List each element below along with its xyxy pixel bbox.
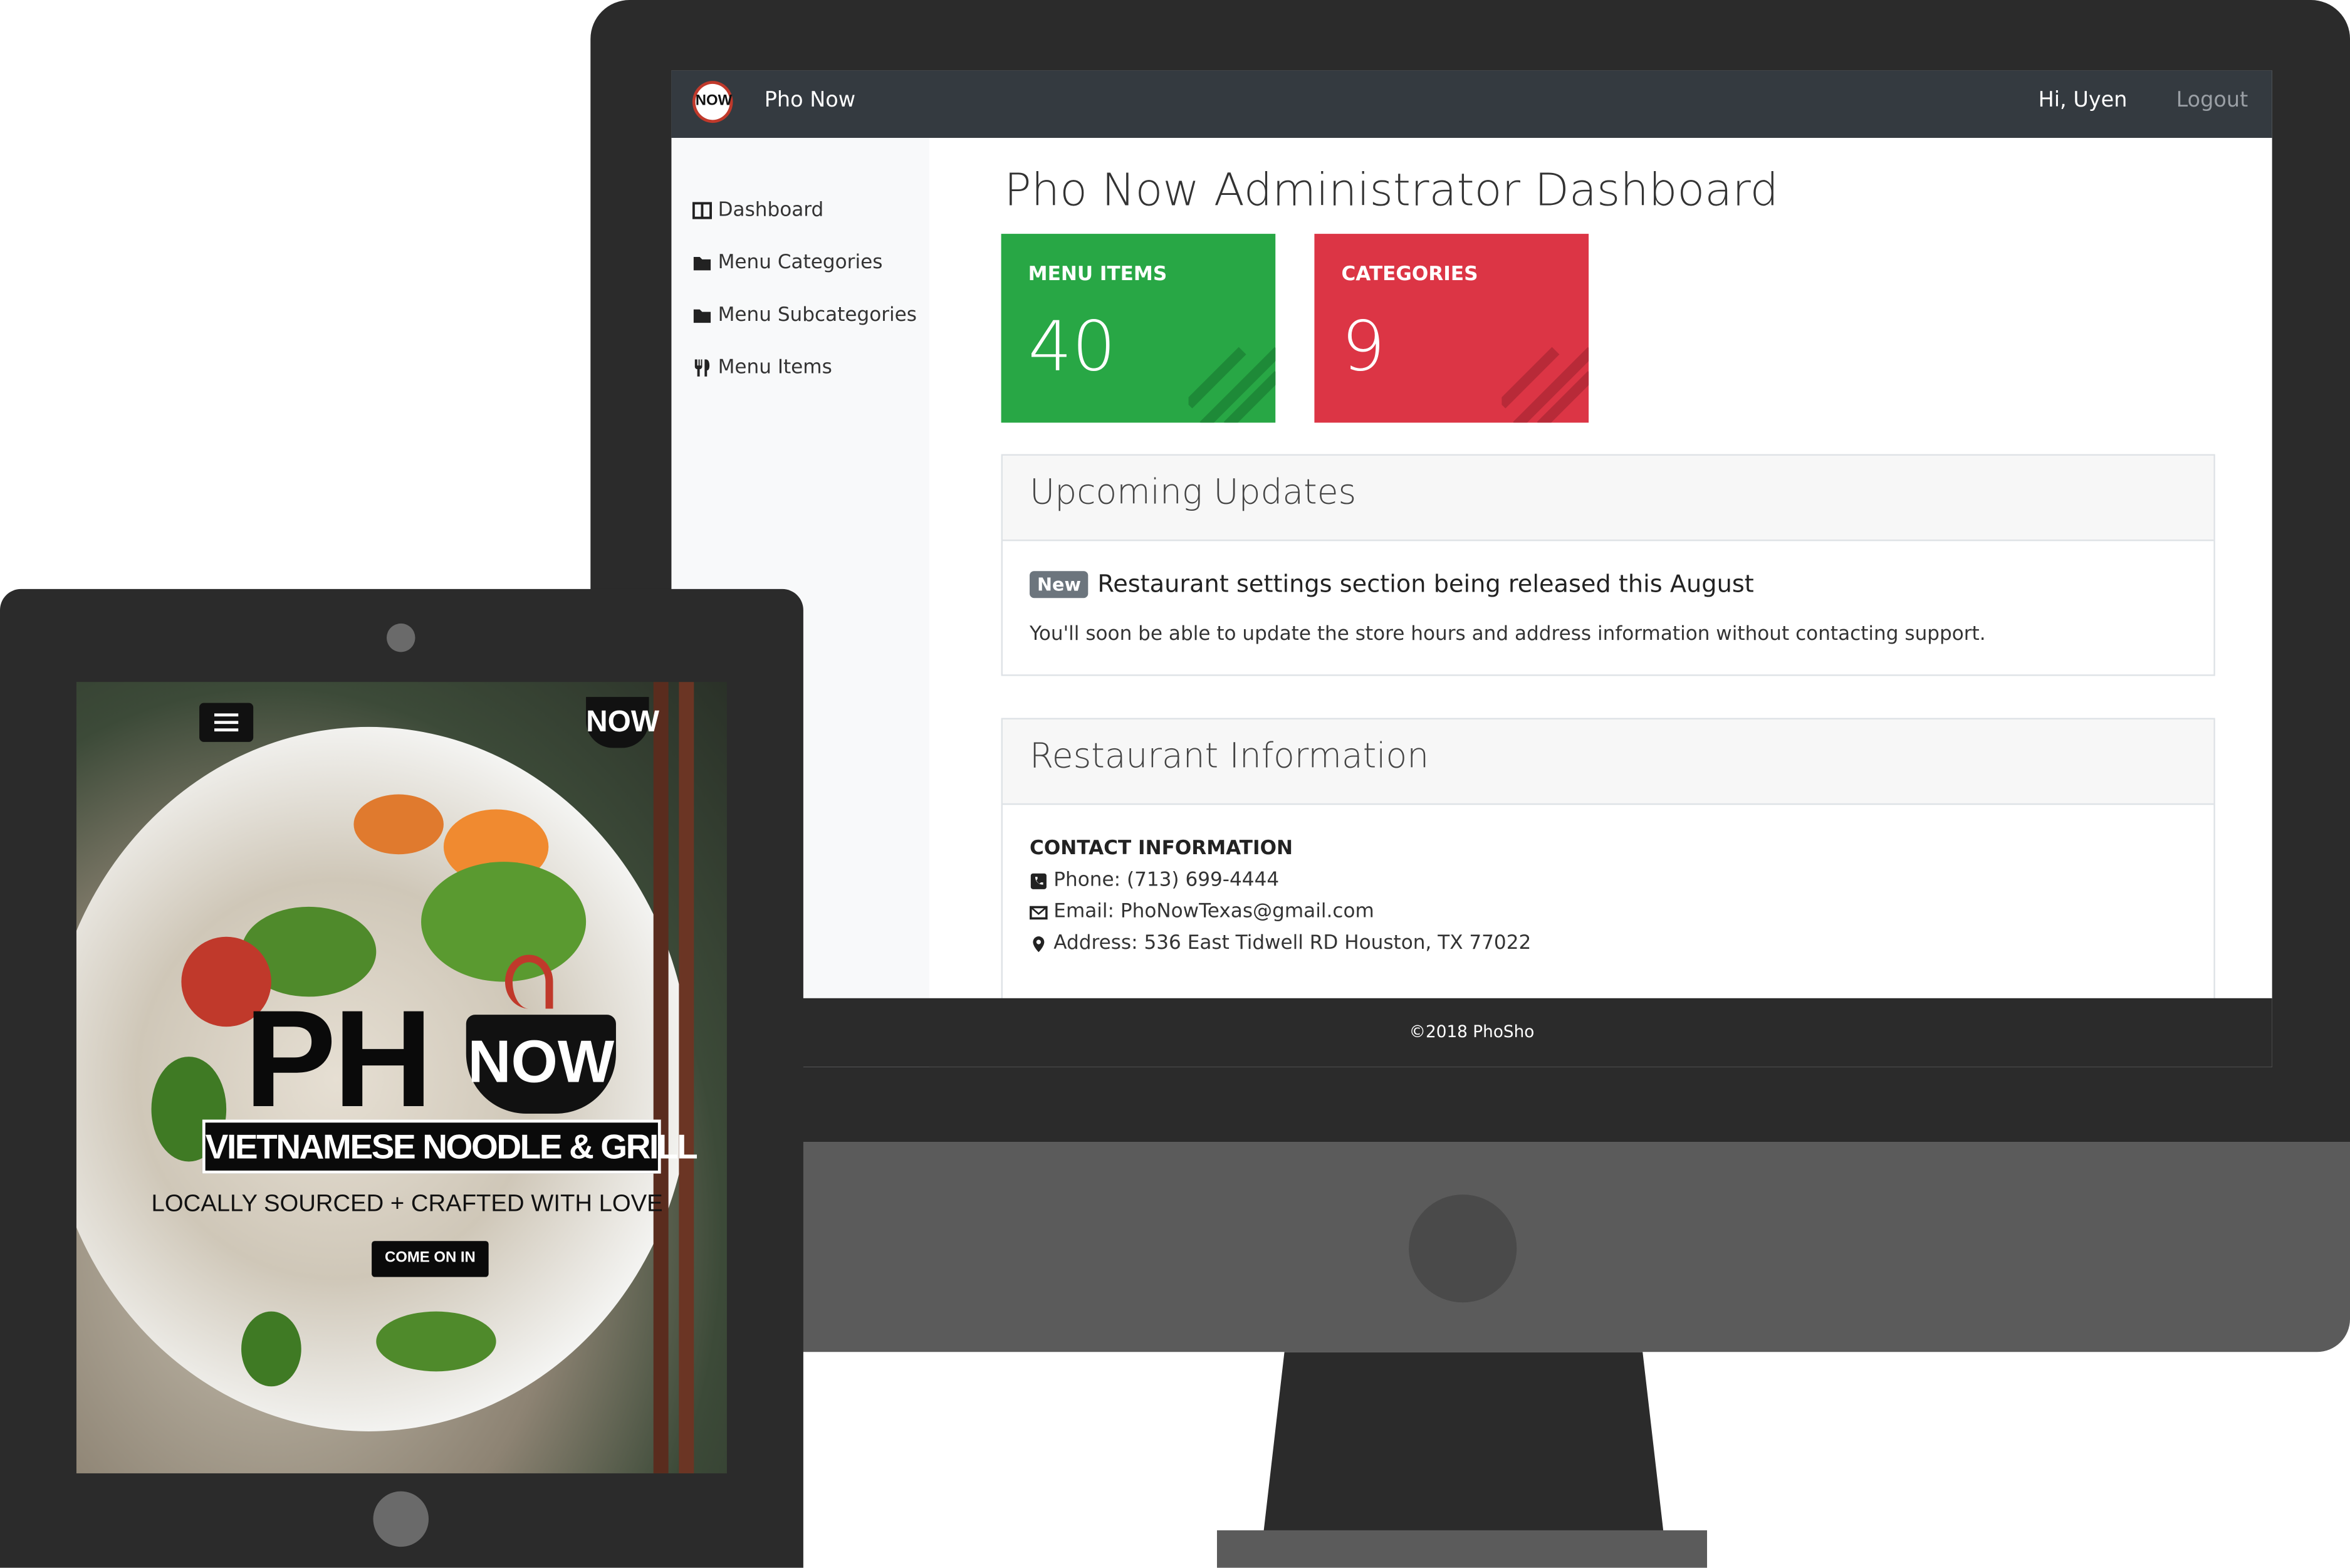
come-on-in-button[interactable]: COME ON IN [372, 1241, 489, 1277]
contact-email[interactable]: Email: PhoNowTexas@gmail.com [1030, 901, 1374, 923]
stat-value: 40 [1028, 305, 1116, 387]
phone-icon [1030, 872, 1047, 889]
map-marker-icon [1033, 935, 1045, 952]
contact-heading: CONTACT INFORMATION [1030, 837, 1293, 860]
stat-label: CATEGORIES [1341, 263, 1478, 286]
sidebar-item-label: Menu Items [718, 357, 832, 380]
folder-icon [693, 309, 711, 323]
stripes-icon [1501, 347, 1589, 423]
chopstick [679, 682, 694, 1473]
stripes-icon [1188, 347, 1276, 423]
sidebar-item-menu-items[interactable]: Menu Items [692, 357, 832, 379]
utensils-icon [694, 359, 710, 377]
monitor-stand [1263, 1352, 1664, 1534]
tablet-screen: NOW PH NOW VIETNAMESE NOODLE & GRILL LOC… [76, 682, 727, 1473]
stat-card-menu-items[interactable]: MENU ITEMS 40 [1001, 234, 1276, 423]
tablet-logo[interactable]: NOW [586, 697, 659, 748]
upcoming-updates-panel: Upcoming Updates New Restaurant settings… [1001, 454, 2215, 676]
chopstick [653, 682, 669, 1473]
stat-value: 9 [1341, 305, 1386, 387]
logout-link[interactable]: Logout [2176, 88, 2248, 112]
panel-heading: Restaurant Information [1002, 719, 2214, 805]
hero-tagline: LOCALLY SOURCED + CRAFTED WITH LOVE [151, 1191, 663, 1217]
stat-label: MENU ITEMS [1028, 263, 1167, 286]
sidebar-item-label: Menu Categories [718, 251, 883, 274]
footer: ©2018 PhoSho [671, 998, 2272, 1067]
contact-address: Address: 536 East Tidwell RD Houston, TX… [1030, 933, 1531, 954]
top-navbar: NOW Pho Now Hi, Uyen Logout [671, 70, 2272, 139]
user-greeting: Hi, Uyen [2038, 88, 2128, 113]
panel-heading: Upcoming Updates [1002, 456, 2214, 541]
envelope-icon [1030, 905, 1048, 919]
hero-subtitle: VIETNAMESE NOODLE & GRILL [202, 1119, 698, 1174]
stat-card-categories[interactable]: CATEGORIES 9 [1314, 234, 1589, 423]
main-content: Pho Now Administrator Dashboard MENU ITE… [929, 138, 2272, 1067]
tablet-camera [387, 623, 415, 652]
columns-icon [692, 202, 713, 219]
sidebar-item-menu-categories[interactable]: Menu Categories [692, 251, 883, 274]
new-badge: New [1030, 570, 1089, 598]
restaurant-information-panel: Restaurant Information CONTACT INFORMATI… [1001, 718, 2215, 1018]
monitor-base [1216, 1530, 1708, 1568]
hero-logo-ph: PH [244, 983, 433, 1136]
hamburger-menu-icon[interactable] [199, 703, 254, 742]
folder-icon [693, 257, 711, 271]
monitor-button [1409, 1194, 1517, 1303]
contact-phone: Phone: (713) 699-4444 [1030, 869, 1279, 892]
brand-logo[interactable]: NOW [692, 81, 733, 123]
tablet-home-button [373, 1491, 429, 1547]
page-title: Pho Now Administrator Dashboard [1004, 165, 1779, 217]
sidebar-item-label: Dashboard [718, 199, 824, 222]
desktop-screen: NOW Pho Now Hi, Uyen Logout Dashboard Me… [671, 70, 2272, 1067]
sidebar-item-dashboard[interactable]: Dashboard [692, 199, 823, 222]
sidebar-item-label: Menu Subcategories [718, 304, 917, 327]
update-headline: New Restaurant settings section being re… [1030, 570, 1754, 598]
sidebar-item-menu-subcategories[interactable]: Menu Subcategories [692, 304, 917, 327]
update-text: You'll soon be able to update the store … [1030, 623, 1986, 646]
hero-logo-now: NOW [466, 1015, 616, 1114]
update-title: Restaurant settings section being releas… [1097, 569, 1754, 598]
steam-icon [504, 954, 553, 1009]
brand-name[interactable]: Pho Now [765, 88, 855, 112]
